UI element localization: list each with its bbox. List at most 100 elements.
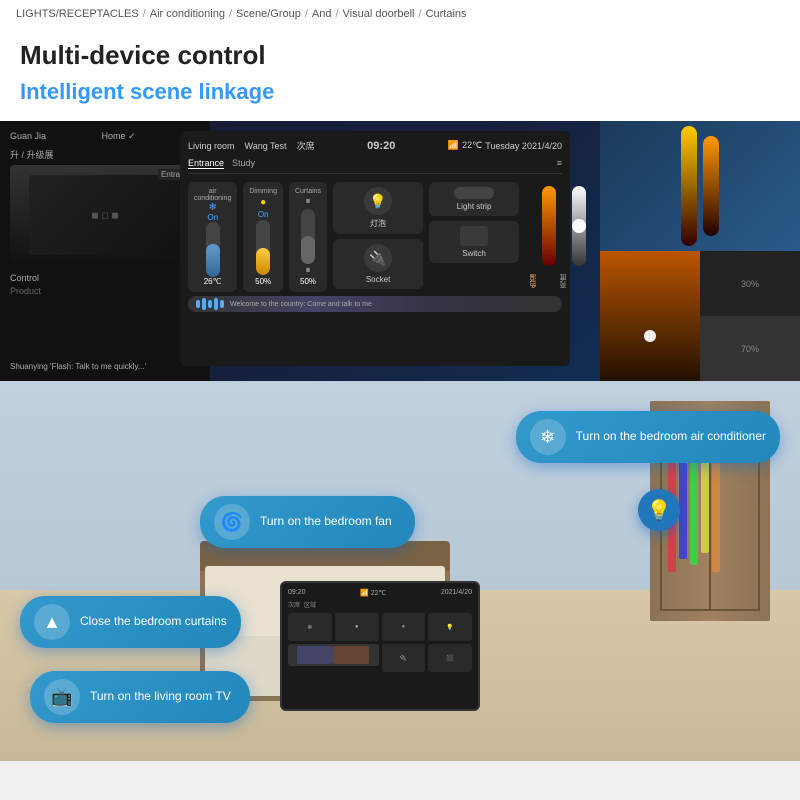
ac-control-card[interactable]: air conditioning ❄ On 26℃: [188, 182, 237, 292]
sp-card-2[interactable]: ●: [335, 613, 379, 641]
panel-user: Wang Test: [245, 141, 287, 151]
bulb-device-icon: 💡: [364, 187, 392, 215]
center-smart-panel[interactable]: Living room Wang Test 次席 09:20 📶 22℃ Tue…: [180, 131, 570, 366]
panel-status: 次席: [297, 139, 315, 152]
curtain-slider[interactable]: [301, 209, 315, 264]
device-cards: 💡 灯泡 🔌 Socket: [333, 182, 423, 292]
command-bubble-curtains[interactable]: ▲ Close the bedroom curtains: [20, 596, 241, 648]
bulb-floating-icon[interactable]: 💡: [638, 489, 680, 531]
breadcrumb-item-ac[interactable]: Air conditioning: [150, 8, 225, 20]
left-panel-row1: Guan Jia Home ✓ 美: [10, 131, 200, 144]
color-temp-label: 色温: [529, 186, 539, 288]
sp-card-4[interactable]: 💡: [428, 613, 472, 641]
curtain-value: 50%: [300, 277, 316, 286]
panel-time: 09:20: [367, 140, 395, 152]
switch-card[interactable]: Switch: [429, 221, 519, 263]
bp-tab2[interactable]: 区域: [304, 600, 316, 609]
percent-high: 70%: [700, 316, 800, 381]
voice-dot-3: [208, 300, 212, 308]
right-panel-top: [600, 121, 800, 251]
brightness-slider[interactable]: [572, 186, 586, 266]
voice-bar: Welcome to the country: Come and talk to…: [188, 296, 562, 312]
sp-dim-bar: [333, 646, 369, 664]
sp-card-ac[interactable]: [288, 644, 379, 666]
bulb-label: 灯泡: [370, 218, 386, 229]
color-bar-1[interactable]: [681, 126, 697, 246]
panel-status-icons: 📶 22℃ Tuesday 2021/4/20: [448, 140, 562, 151]
color-temp-slider-1[interactable]: [542, 186, 556, 266]
brightness-label: 亮度: [559, 186, 569, 288]
dimming-slider[interactable]: [256, 220, 270, 275]
breadcrumb-item-curtains[interactable]: Curtains: [426, 8, 467, 20]
main-title: Multi-device control: [20, 40, 780, 71]
command-bubble-ac[interactable]: ❄ Turn on the bedroom air conditioner: [516, 411, 780, 463]
breadcrumb: LIGHTS/RECEPTACLES / Air conditioning / …: [0, 0, 800, 28]
socket-card[interactable]: 🔌 Socket: [333, 239, 423, 289]
bedroom-smart-panel[interactable]: 09:20 📶 22℃ 2021/4/20 次席 区域 ❄ ● ⏸ 💡 🔌 ⬛: [280, 581, 480, 711]
accent-panel-1: [600, 251, 700, 381]
socket-label: Socket: [366, 275, 390, 284]
voice-dot-1: [196, 300, 200, 308]
header-section: Multi-device control Intelligent scene l…: [0, 28, 800, 121]
ac-slider[interactable]: [206, 222, 220, 277]
panel-menu-icon[interactable]: ≡: [557, 158, 562, 169]
dimming-control-card[interactable]: Dimming ● On 50%: [243, 182, 283, 292]
left-label-home: Home ✓: [101, 131, 135, 144]
sp-card-3[interactable]: ⏸: [382, 613, 426, 641]
pause-icon: ⏸: [306, 196, 311, 207]
lightstrip-card[interactable]: Light strip: [429, 182, 519, 216]
bulb-icon: ●: [260, 197, 266, 208]
sp-card-1[interactable]: ❄: [288, 613, 332, 641]
fan-bubble-icon: 🌀: [214, 504, 250, 540]
command-bubble-tv[interactable]: 📺 Turn on the living room TV: [30, 671, 250, 723]
curtain-slider-fill: [301, 236, 315, 264]
breadcrumb-item-and[interactable]: And: [312, 8, 332, 20]
sp-card-socket[interactable]: 🔌: [382, 644, 426, 672]
bedroom-panel-nav: 次席 区域: [288, 600, 472, 609]
panel-room: Living room: [188, 141, 235, 151]
left-panel-image: Entrance ◼ ◻ ◼: [10, 165, 200, 265]
curtains-bubble-text: Close the bedroom curtains: [80, 614, 227, 630]
panel-top-bar: Living room Wang Test 次席 09:20 📶 22℃ Tue…: [188, 139, 562, 152]
date-display: Tuesday 2021/4/20: [485, 141, 562, 151]
dimming-status: On: [258, 210, 269, 219]
tv-bubble-icon: 📺: [44, 679, 80, 715]
breadcrumb-sep-2: /: [229, 8, 232, 20]
tab-study[interactable]: Study: [232, 158, 255, 169]
ac-value: 26℃: [204, 277, 222, 286]
percent-low: 30%: [700, 251, 800, 316]
control-dot[interactable]: [644, 330, 656, 342]
curtain-control-card[interactable]: Curtains ⏸ ⏸ 50%: [289, 182, 327, 292]
left-label-sub: 升 / 升级展: [10, 148, 54, 161]
panel-nav-tabs[interactable]: Entrance Study ≡: [188, 158, 562, 174]
bottom-scene: 09:20 📶 22℃ 2021/4/20 次席 区域 ❄ ● ⏸ 💡 🔌 ⬛ …: [0, 381, 800, 761]
sub-title: Intelligent scene linkage: [20, 79, 780, 105]
breadcrumb-sep-1: /: [143, 8, 146, 20]
sp-ac-bar: [297, 646, 333, 664]
color-bar-2[interactable]: [703, 136, 719, 236]
command-bubble-fan[interactable]: 🌀 Turn on the bedroom fan: [200, 496, 415, 548]
temp-display: 22℃: [462, 140, 482, 151]
tab-entrance[interactable]: Entrance: [188, 158, 224, 169]
breadcrumb-item-lights[interactable]: LIGHTS/RECEPTACLES: [16, 8, 139, 20]
sp-card-switch[interactable]: ⬛: [428, 644, 472, 672]
ac-label: air conditioning: [194, 188, 231, 202]
preview-area: Guan Jia Home ✓ 美 升 / 升级展 Entrance ◼ ◻ ◼…: [0, 121, 800, 381]
breadcrumb-item-doorbell[interactable]: Visual doorbell: [343, 8, 415, 20]
bp-tab1[interactable]: 次席: [288, 600, 300, 609]
dimming-value: 50%: [255, 277, 271, 286]
ac-slider-fill: [206, 244, 220, 277]
light-bulb-card[interactable]: 💡 灯泡: [333, 182, 423, 234]
right-panel: 30% 70%: [600, 121, 800, 381]
bottom-scroll-text: Shuanying 'Flash: Talk to me quickly...': [10, 362, 200, 371]
breadcrumb-sep-5: /: [419, 8, 422, 20]
control-label: Control: [10, 273, 200, 283]
tv-bubble-text: Turn on the living room TV: [90, 689, 231, 705]
device-cards-2: Light strip Switch: [429, 182, 519, 292]
curtain-pause-2: ⏸: [306, 265, 311, 276]
switch-label: Switch: [462, 249, 486, 258]
lightstrip-visual: [454, 187, 494, 199]
breadcrumb-item-scene[interactable]: Scene/Group: [236, 8, 301, 20]
ac-status: On: [207, 213, 218, 222]
voice-dot-5: [220, 300, 224, 308]
